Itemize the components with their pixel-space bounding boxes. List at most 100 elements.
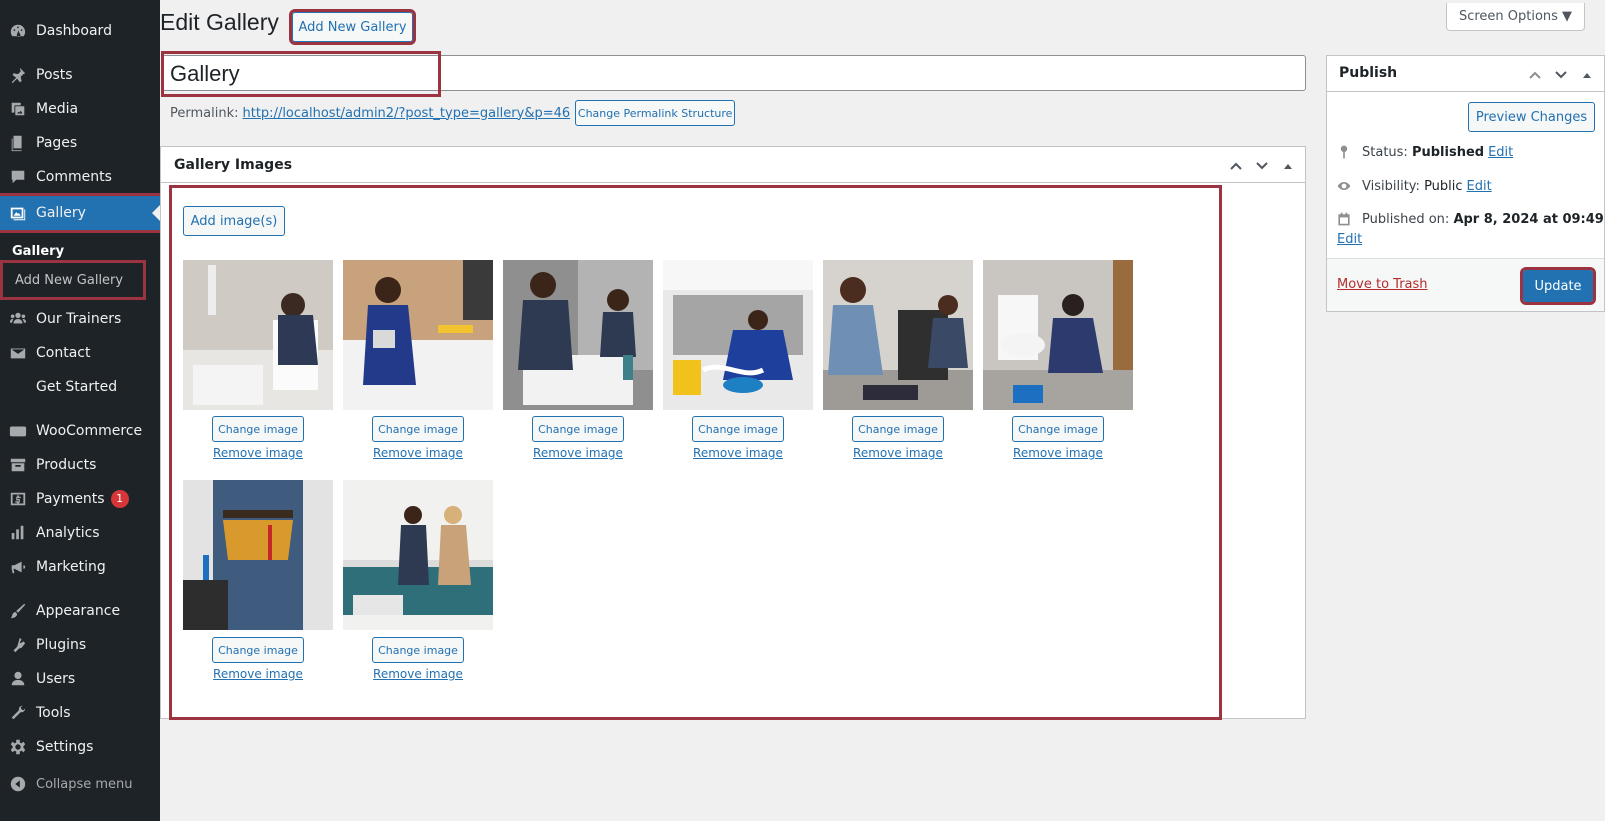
eye-icon: [1336, 178, 1362, 194]
gallery-thumbnail[interactable]: [183, 260, 333, 410]
edit-date-link[interactable]: Edit: [1337, 232, 1362, 247]
gallery-thumbnail[interactable]: [343, 260, 493, 410]
update-button[interactable]: Update: [1520, 267, 1596, 305]
gallery-thumbnail[interactable]: [983, 260, 1133, 410]
brush-icon: [0, 602, 36, 620]
collapse-menu-button[interactable]: Collapse menu: [0, 767, 160, 801]
sidebar-item-label: Comments: [36, 169, 112, 185]
plugin-icon: [0, 636, 36, 654]
calendar-icon: [1336, 211, 1362, 227]
sidebar-item-label: Get Started: [36, 379, 118, 395]
sidebar-item-label: Plugins: [36, 637, 87, 653]
move-up-icon[interactable]: [1225, 155, 1247, 177]
sidebar-item-posts[interactable]: Posts: [0, 58, 160, 92]
sidebar-item-analytics[interactable]: Analytics: [0, 516, 160, 550]
add-new-gallery-button[interactable]: Add New Gallery: [289, 9, 416, 45]
sidebar-item-dashboard[interactable]: Dashboard: [0, 14, 160, 48]
wrench-icon: [0, 704, 36, 722]
visibility-value: Public: [1424, 178, 1463, 194]
change-permalink-button[interactable]: Change Permalink Structure: [575, 100, 736, 126]
move-down-icon[interactable]: [1251, 155, 1273, 177]
preview-changes-button[interactable]: Preview Changes: [1468, 102, 1595, 132]
change-image-button[interactable]: Change image: [372, 416, 464, 442]
change-image-button[interactable]: Change image: [212, 637, 304, 663]
sidebar-item-label: Gallery: [36, 205, 86, 221]
sidebar-item-gallery[interactable]: Gallery: [0, 193, 163, 233]
sidebar-item-label: Dashboard: [36, 23, 112, 39]
change-image-button[interactable]: Change image: [372, 637, 464, 663]
remove-image-link[interactable]: Remove image: [198, 667, 318, 681]
sidebar-item-plugins[interactable]: Plugins: [0, 628, 160, 662]
remove-image-link[interactable]: Remove image: [678, 446, 798, 460]
gallery-thumbnail[interactable]: [343, 480, 493, 630]
settings-icon: [0, 738, 36, 756]
sidebar-item-label: Our Trainers: [36, 311, 122, 327]
toggle-panel-icon[interactable]: [1576, 64, 1598, 86]
groups-icon: [0, 310, 36, 328]
email-icon: [0, 344, 36, 362]
sidebar-item-appearance[interactable]: Appearance: [0, 594, 160, 628]
change-image-button[interactable]: Change image: [212, 416, 304, 442]
pin-icon: [0, 66, 36, 84]
move-down-icon[interactable]: [1550, 64, 1572, 86]
visibility-row: Visibility: Public Edit: [1336, 178, 1492, 194]
sidebar-item-label: Contact: [36, 345, 91, 361]
edit-status-link[interactable]: Edit: [1488, 145, 1513, 160]
sidebar-item-our-trainers[interactable]: Our Trainers: [0, 302, 160, 336]
edit-visibility-link[interactable]: Edit: [1467, 179, 1492, 194]
remove-image-link[interactable]: Remove image: [518, 446, 638, 460]
gallery-thumbnail[interactable]: [663, 260, 813, 410]
megaphone-icon: [0, 558, 36, 576]
published-on-row: Published on: Apr 8, 2024 at 09:49: [1336, 211, 1604, 227]
sidebar-item-products[interactable]: Products: [0, 448, 160, 482]
sidebar-item-payments[interactable]: Payments 1: [0, 482, 160, 516]
post-title-input[interactable]: [161, 51, 441, 97]
sidebar-item-label: Pages: [36, 135, 78, 151]
change-image-button[interactable]: Change image: [692, 416, 784, 442]
gallery-thumbnail[interactable]: [183, 480, 333, 630]
move-to-trash-link[interactable]: Move to Trash: [1337, 277, 1428, 292]
sidebar-item-label: Products: [36, 457, 97, 473]
permalink-link[interactable]: http://localhost/admin2/?post_type=galle…: [243, 106, 571, 121]
add-images-button[interactable]: Add image(s): [183, 206, 285, 236]
payments-badge: 1: [110, 490, 129, 508]
sidebar-item-contact[interactable]: Contact: [0, 336, 160, 370]
status-value: Published: [1411, 144, 1485, 160]
submenu-item-add-new-gallery[interactable]: Add New Gallery: [0, 260, 146, 300]
metabox-header: Gallery Images: [161, 147, 1305, 183]
pin-icon: [1336, 144, 1362, 160]
move-up-icon[interactable]: [1524, 64, 1546, 86]
sidebar-item-get-started[interactable]: Get Started: [0, 370, 160, 404]
gallery-thumbnail[interactable]: [503, 260, 653, 410]
publish-title: Publish: [1339, 65, 1398, 81]
sidebar-item-woocommerce[interactable]: WooCommerce: [0, 414, 160, 448]
screen-options-button[interactable]: Screen Options ▼: [1446, 3, 1585, 31]
sidebar-item-label: Analytics: [36, 525, 100, 541]
sidebar-item-label: Marketing: [36, 559, 106, 575]
payments-icon: [0, 490, 36, 508]
collapse-icon: [0, 775, 36, 793]
change-image-button[interactable]: Change image: [1012, 416, 1104, 442]
sidebar-item-label: Collapse menu: [36, 776, 133, 792]
remove-image-link[interactable]: Remove image: [358, 667, 478, 681]
sidebar-item-media[interactable]: Media: [0, 92, 160, 126]
toggle-panel-icon[interactable]: [1277, 155, 1299, 177]
sidebar-item-settings[interactable]: Settings: [0, 730, 160, 764]
sidebar-item-marketing[interactable]: Marketing: [0, 550, 160, 584]
remove-image-link[interactable]: Remove image: [838, 446, 958, 460]
bathroom-plumber-image: [183, 260, 333, 410]
change-image-button[interactable]: Change image: [852, 416, 944, 442]
remove-image-link[interactable]: Remove image: [358, 446, 478, 460]
sidebar-item-label: Media: [36, 101, 79, 117]
remove-image-link[interactable]: Remove image: [198, 446, 318, 460]
sidebar-item-tools[interactable]: Tools: [0, 696, 160, 730]
change-image-button[interactable]: Change image: [532, 416, 624, 442]
submenu-item-gallery[interactable]: Gallery: [0, 238, 160, 264]
sidebar-item-pages[interactable]: Pages: [0, 126, 160, 160]
sidebar-item-comments[interactable]: Comments: [0, 160, 160, 194]
sidebar-item-label: Tools: [36, 705, 71, 721]
remove-image-link[interactable]: Remove image: [998, 446, 1118, 460]
published-date: Apr 8, 2024 at 09:49: [1453, 211, 1604, 227]
gallery-thumbnail[interactable]: [823, 260, 973, 410]
sidebar-item-users[interactable]: Users: [0, 662, 160, 696]
